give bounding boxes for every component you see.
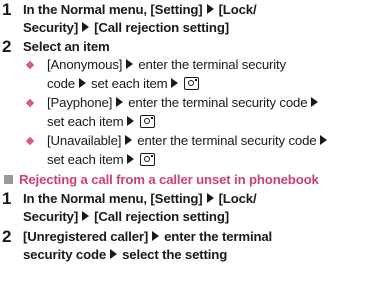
bullet2-option: [Payphone] bbox=[47, 95, 113, 110]
arrow-icon bbox=[82, 22, 90, 32]
step3-line2-suffix: [Call rejection setting] bbox=[94, 209, 229, 224]
arrow-icon bbox=[116, 97, 124, 107]
step4-line2-prefix: security code bbox=[23, 247, 107, 262]
arrow-icon bbox=[125, 135, 133, 145]
bullet2-line2: set each item bbox=[47, 113, 156, 130]
step-number-1: 1 bbox=[2, 0, 12, 19]
step1-line1-suffix: [Lock/ bbox=[218, 2, 257, 17]
arrow-icon bbox=[127, 154, 135, 164]
arrow-icon bbox=[206, 193, 214, 203]
step-number-2b: 2 bbox=[2, 227, 12, 246]
step3-line2: Security] [Call rejection setting] bbox=[23, 208, 229, 225]
arrow-icon bbox=[206, 4, 214, 14]
manual-page: 1 In the Normal menu, [Setting] [Lock/ Se… bbox=[0, 0, 391, 297]
bullet1-text3: set each item bbox=[91, 76, 168, 91]
bullet1-text2: code bbox=[47, 76, 75, 91]
arrow-icon bbox=[127, 116, 135, 126]
arrow-icon bbox=[110, 249, 118, 259]
bullet1-option: [Anonymous] bbox=[47, 57, 123, 72]
bullet1-line1: [Anonymous] enter the terminal security bbox=[47, 56, 286, 73]
arrow-icon bbox=[311, 97, 319, 107]
bullet3-option: [Unavailable] bbox=[47, 133, 122, 148]
step4-line1-suffix: enter the terminal bbox=[164, 229, 273, 244]
step1-line1: In the Normal menu, [Setting] [Lock/ bbox=[23, 1, 257, 18]
step3-line1-suffix: [Lock/ bbox=[218, 191, 257, 206]
bullet2-text: enter the terminal security code bbox=[128, 95, 308, 110]
camera-key-icon bbox=[140, 153, 156, 166]
step1-line2-suffix: [Call rejection setting] bbox=[94, 20, 229, 35]
step1-line1-prefix: In the Normal menu, [Setting] bbox=[23, 2, 203, 17]
bullet2-text2: set each item bbox=[47, 114, 124, 129]
camera-key-icon bbox=[140, 115, 156, 128]
arrow-icon bbox=[79, 78, 86, 88]
step1-line2-prefix: Security] bbox=[23, 20, 79, 35]
bullet3-line2: set each item bbox=[47, 151, 156, 168]
step4-line1: [Unregistered caller] enter the terminal bbox=[23, 228, 272, 245]
arrow-icon bbox=[82, 211, 90, 221]
step3-line1: In the Normal menu, [Setting] [Lock/ bbox=[23, 190, 257, 207]
step4-line1-prefix: [Unregistered caller] bbox=[23, 229, 149, 244]
step1-line2: Security] [Call rejection setting] bbox=[23, 19, 229, 36]
step4-line2-suffix: select the setting bbox=[122, 247, 228, 262]
diamond-bullet-icon bbox=[25, 60, 35, 70]
arrow-icon bbox=[171, 78, 179, 88]
diamond-bullet-icon bbox=[25, 136, 35, 146]
step4-line2: security code select the setting bbox=[23, 246, 227, 263]
bullet1-line2: code set each item bbox=[47, 75, 200, 92]
section-title: Rejecting a call from a caller unset in … bbox=[19, 172, 319, 187]
square-marker-icon bbox=[4, 175, 13, 184]
bullet3-text: enter the terminal security code bbox=[137, 133, 317, 148]
step3-line2-prefix: Security] bbox=[23, 209, 79, 224]
bullet3-text2: set each item bbox=[47, 152, 124, 167]
bullet2-line1: [Payphone] enter the terminal security co… bbox=[47, 94, 323, 111]
step2-text: Select an item bbox=[23, 39, 110, 54]
bullet3-line1: [Unavailable] enter the terminal security… bbox=[47, 132, 332, 149]
diamond-bullet-icon bbox=[25, 98, 35, 108]
step-number-1b: 1 bbox=[2, 189, 12, 208]
step-number-2: 2 bbox=[2, 37, 12, 56]
arrow-icon bbox=[320, 135, 328, 145]
arrow-icon bbox=[126, 59, 134, 69]
step3-line1-prefix: In the Normal menu, [Setting] bbox=[23, 191, 203, 206]
arrow-icon bbox=[152, 231, 160, 241]
camera-key-icon bbox=[184, 77, 200, 90]
bullet1-text: enter the terminal security bbox=[138, 57, 286, 72]
